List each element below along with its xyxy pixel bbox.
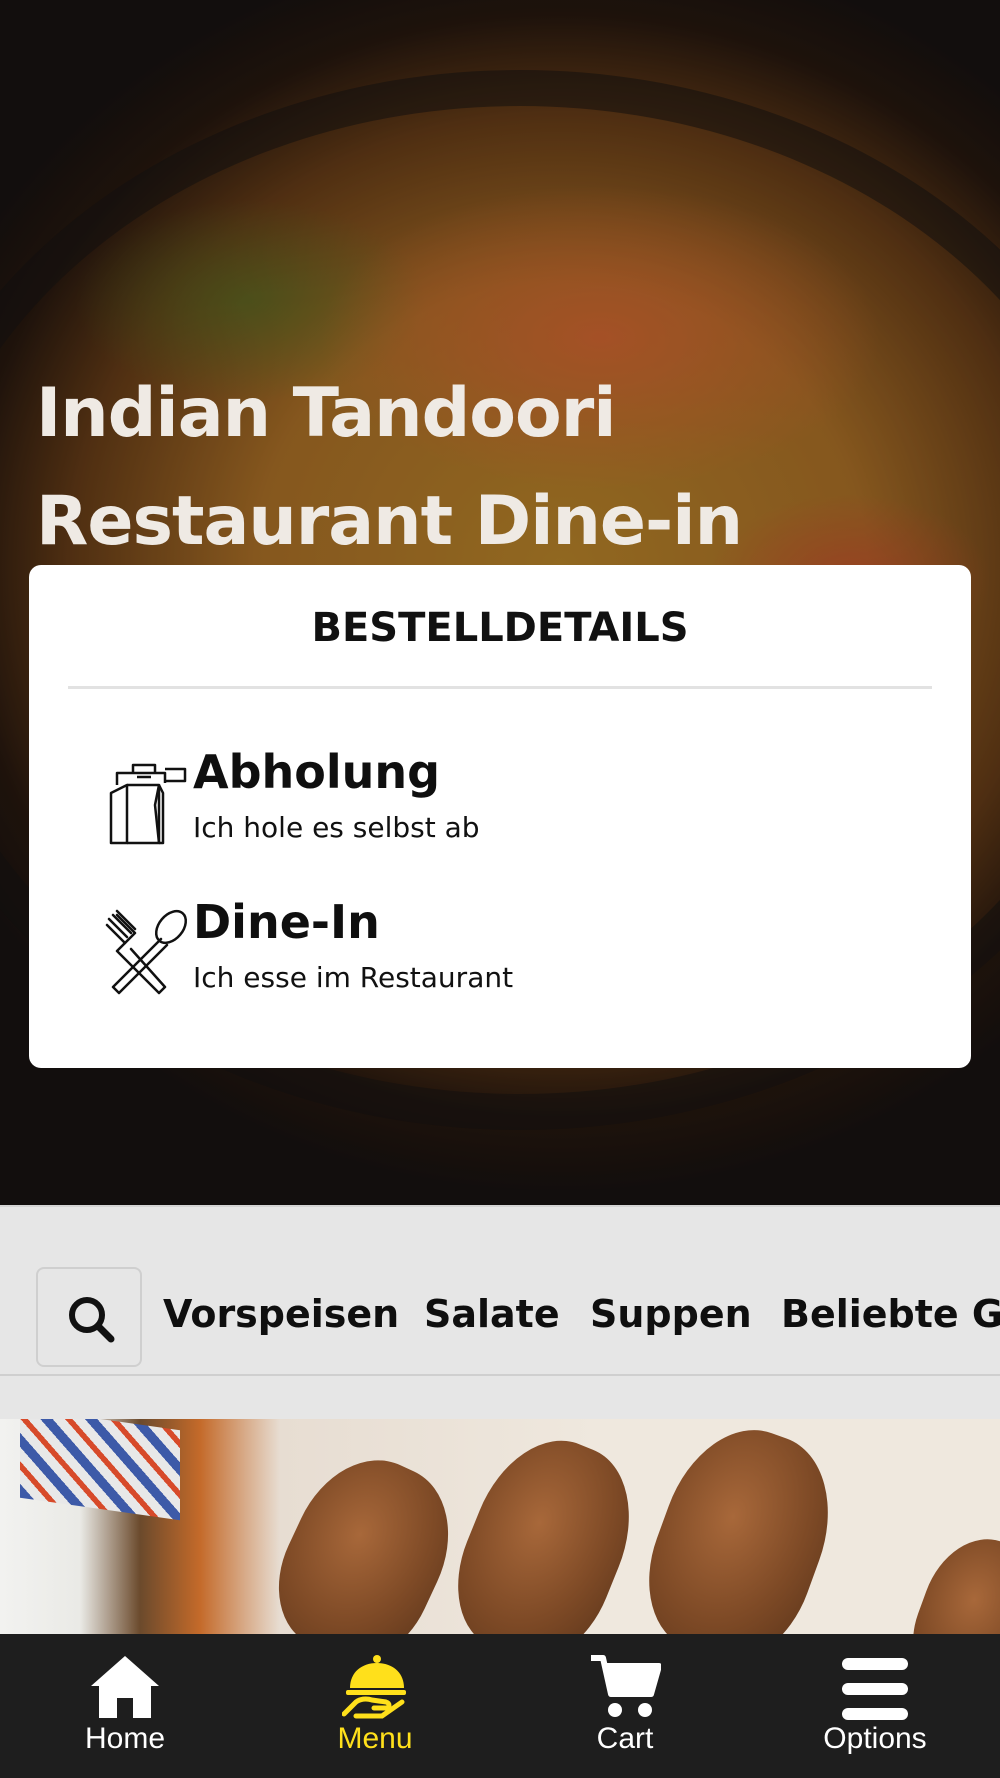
home-icon — [91, 1656, 159, 1718]
pickup-option[interactable]: Abholung Ich hole es selbst ab — [68, 745, 928, 865]
nav-cart[interactable]: Cart — [500, 1634, 750, 1778]
nav-menu-label: Menu — [337, 1722, 413, 1755]
pickup-title: Abholung — [193, 745, 441, 799]
dine-in-title: Dine-In — [193, 895, 380, 949]
nav-cart-label: Cart — [596, 1722, 654, 1755]
nav-home[interactable]: Home — [0, 1634, 250, 1778]
search-button[interactable] — [36, 1267, 142, 1367]
fork-spoon-icon — [105, 909, 188, 995]
nav-options[interactable]: Options — [750, 1634, 1000, 1778]
takeaway-bag-icon — [109, 763, 187, 845]
nav-options-label: Options — [823, 1722, 927, 1755]
bottom-navigation: Home Menu Cart Options — [0, 1634, 1000, 1778]
category-tab-salate[interactable]: Salate — [424, 1292, 560, 1336]
order-details-title: BESTELLDETAILS — [311, 605, 689, 651]
category-tab-vorspeisen[interactable]: Vorspeisen — [163, 1292, 399, 1336]
restaurant-title: Indian Tandoori Restaurant Dine-in — [36, 360, 956, 576]
nav-home-label: Home — [84, 1722, 166, 1755]
category-tab-beliebte[interactable]: Beliebte Ge — [781, 1292, 1000, 1336]
cloche-hand-icon — [342, 1655, 406, 1719]
restaurant-title-line1: Indian Tandoori — [36, 374, 617, 453]
dine-in-option[interactable]: Dine-In Ich esse im Restaurant — [68, 895, 928, 1015]
dine-in-subtitle: Ich esse im Restaurant — [193, 961, 514, 994]
hamburger-menu-icon — [842, 1658, 908, 1720]
order-details-card: BESTELLDETAILS Abholung Ich hole es selb… — [29, 565, 971, 1068]
cart-icon — [591, 1655, 661, 1717]
category-hero-image — [0, 1419, 1000, 1634]
category-bar: Vorspeisen Salate Suppen Beliebte Ge — [0, 1205, 1000, 1376]
divider — [68, 686, 932, 689]
pickup-subtitle: Ich hole es selbst ab — [193, 811, 480, 844]
nav-menu[interactable]: Menu — [250, 1634, 500, 1778]
search-icon — [69, 1297, 115, 1343]
category-tab-suppen[interactable]: Suppen — [590, 1292, 752, 1336]
restaurant-title-line2: Restaurant Dine-in — [36, 482, 743, 561]
